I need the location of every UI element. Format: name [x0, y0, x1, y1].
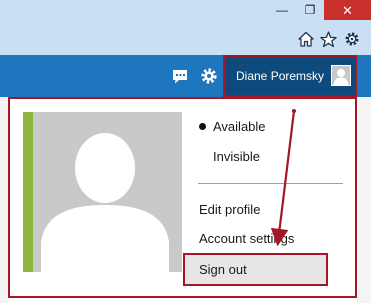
selected-status-indicator: [199, 123, 206, 130]
account-button[interactable]: Diane Poremsky: [223, 55, 357, 97]
profile-photo[interactable]: [23, 112, 182, 272]
maximize-button[interactable]: ❐: [296, 0, 324, 20]
home-icon[interactable]: [297, 30, 315, 48]
account-avatar: [331, 65, 351, 86]
sign-out-button[interactable]: Sign out: [183, 253, 328, 286]
close-button[interactable]: ✕: [324, 0, 371, 20]
sign-out-label: Sign out: [199, 262, 247, 277]
minimize-icon: —: [276, 3, 288, 17]
account-settings-link[interactable]: Account settings: [199, 231, 294, 246]
status-available-option[interactable]: Available: [213, 119, 266, 134]
status-invisible-option[interactable]: Invisible: [213, 149, 260, 164]
minimize-button[interactable]: —: [268, 0, 296, 20]
edit-profile-link[interactable]: Edit profile: [199, 202, 260, 217]
account-name: Diane Poremsky: [236, 69, 325, 83]
favorites-star-icon[interactable]: [319, 30, 337, 48]
chat-icon[interactable]: [170, 67, 190, 85]
close-icon: ✕: [342, 2, 353, 18]
settings-gear-icon[interactable]: [199, 67, 219, 85]
menu-divider: [198, 183, 343, 184]
settings-gear-icon[interactable]: [343, 30, 361, 48]
screenshot-root: — ❐ ✕ Diane Poremsky Available Invisible…: [0, 0, 371, 303]
page-edge: [0, 97, 8, 303]
panel-shadow: [357, 97, 371, 303]
maximize-icon: ❐: [304, 3, 316, 17]
